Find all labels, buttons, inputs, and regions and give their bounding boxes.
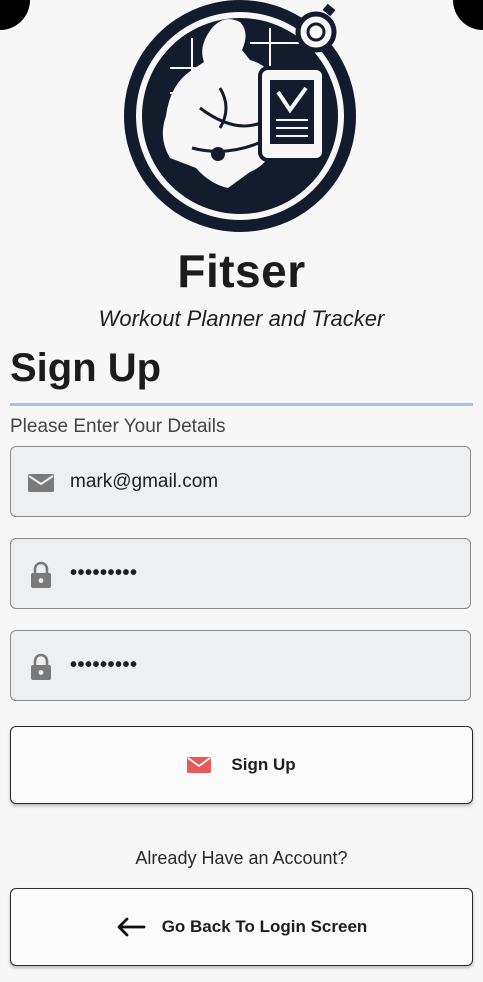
back-to-login-button[interactable]: Go Back To Login Screen: [10, 888, 473, 966]
email-field[interactable]: mark@gmail.com: [10, 446, 471, 517]
mail-icon: [28, 474, 54, 492]
signup-screen: Fitser Workout Planner and Tracker Sign …: [0, 0, 483, 982]
password-field[interactable]: •••••••••: [10, 538, 471, 609]
screen-corner-right: [453, 0, 483, 30]
back-to-login-label: Go Back To Login Screen: [161, 917, 368, 936]
arrow-left-icon: [117, 917, 146, 937]
confirm-password-field[interactable]: •••••••••: [10, 630, 471, 701]
mail-icon: [187, 757, 212, 773]
screen-corner-left: [0, 0, 30, 30]
signup-button-label: Sign Up: [231, 755, 296, 774]
lock-icon: [31, 561, 51, 588]
lock-icon: [31, 653, 51, 680]
signup-button[interactable]: Sign Up: [10, 726, 473, 804]
title-divider: [10, 403, 473, 406]
fitser-logo: [124, 0, 356, 232]
page-title: Sign Up: [10, 346, 162, 390]
email-value: mark@gmail.com: [70, 470, 219, 492]
confirm-password-value: •••••••••: [70, 654, 138, 676]
app-tagline: Workout Planner and Tracker: [98, 306, 385, 331]
password-value: •••••••••: [70, 562, 138, 584]
app-name: Fitser: [177, 245, 306, 297]
already-account-text: Already Have an Account?: [135, 848, 348, 868]
form-subtitle: Please Enter Your Details: [10, 416, 226, 437]
